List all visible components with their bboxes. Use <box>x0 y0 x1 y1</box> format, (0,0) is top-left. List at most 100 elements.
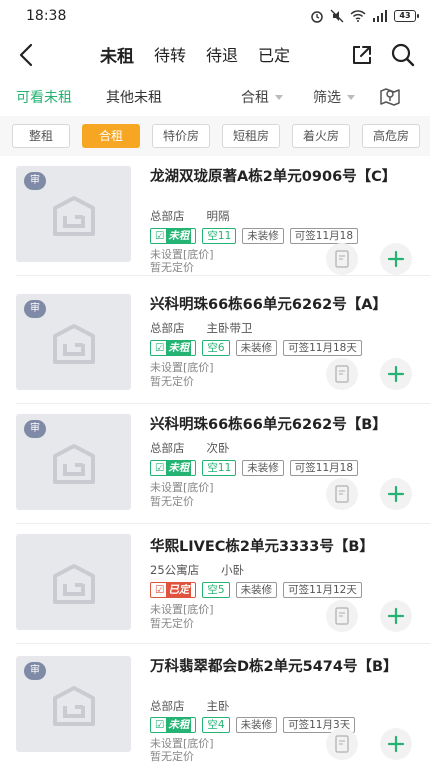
document-icon <box>335 735 349 753</box>
check-icon: ☑ <box>155 230 165 242</box>
room-type: 次卧 <box>206 441 230 455</box>
back-icon[interactable] <box>16 42 38 68</box>
listing-tags: ☑ 未租 空11 未装修 可签11月18 <box>150 460 359 476</box>
check-icon: ☑ <box>155 342 165 354</box>
document-button[interactable] <box>326 478 358 510</box>
add-button[interactable] <box>380 728 412 760</box>
listing-meta: 总部店 次卧 <box>150 440 230 456</box>
floor-price-note: 未设置[底价] <box>150 248 214 261</box>
chip-fire-room[interactable]: 着火房 <box>292 124 350 148</box>
room-type: 主卧带卫 <box>206 321 253 335</box>
plus-icon <box>387 365 405 383</box>
document-icon <box>335 365 349 383</box>
chip-whole-rent[interactable]: 整租 <box>12 124 70 148</box>
room-type: 小卧 <box>221 563 245 577</box>
vacant-days-tag: 空11 <box>202 460 237 476</box>
check-icon: ☑ <box>155 719 165 731</box>
decoration-tag: 未装修 <box>235 582 278 598</box>
map-pin-icon[interactable] <box>378 84 402 108</box>
chip-shared-rent[interactable]: 合租 <box>82 124 140 148</box>
signable-date-tag: 可签11月12天 <box>283 582 362 598</box>
chip-special-price[interactable]: 特价房 <box>152 124 210 148</box>
document-icon <box>335 607 349 625</box>
status-badge: ☑ 未租 <box>150 717 197 733</box>
room-type: 明隔 <box>206 209 230 223</box>
listing-card[interactable]: 审 兴科明珠66栋66单元6262号【B】 总部店 次卧 ☑ 未租 空11 未装修… <box>0 404 430 524</box>
share-icon[interactable] <box>350 43 374 67</box>
signable-date-tag: 可签11月18 <box>289 228 359 244</box>
tab-unrented[interactable]: 未租 <box>100 42 134 67</box>
decoration-tag: 未装修 <box>235 340 278 356</box>
mute-icon <box>330 9 344 23</box>
chip-short-term[interactable]: 短租房 <box>222 124 280 148</box>
signable-date-tag: 可签11月18天 <box>283 340 362 356</box>
listing-card[interactable]: 华熙LIVEC栋2单元3333号【B】 25公寓店 小卧 ☑ 已定 空5 未装修 … <box>0 524 430 644</box>
placeholder-logo-icon <box>53 324 95 364</box>
listing-card[interactable]: 审 万科翡翠都会D栋2单元5474号【B】 总部店 主卧 ☑ 未租 空4 未装修 … <box>0 646 430 765</box>
divider <box>16 275 430 276</box>
chevron-down-icon <box>347 94 355 100</box>
listing-card[interactable]: 审 龙湖双珑原著A栋2单元0906号【C】 总部店 明隔 ☑ 未租 空11 未装修… <box>0 156 430 276</box>
decoration-tag: 未装修 <box>242 228 284 244</box>
listing-meta: 25公寓店 小卧 <box>150 562 244 578</box>
vacant-days-tag: 空4 <box>202 717 230 733</box>
subtab-viewable-unrented[interactable]: 可看未租 <box>16 87 72 107</box>
listing-meta: 总部店 主卧 <box>150 698 230 714</box>
vacant-days-tag: 空5 <box>202 582 230 598</box>
chevron-down-icon <box>275 94 283 100</box>
listing-thumbnail <box>16 534 131 630</box>
pricing-note: 暂无定价 <box>150 261 194 274</box>
store-name: 总部店 <box>150 209 185 223</box>
audit-badge: 审 <box>24 662 46 680</box>
add-button[interactable] <box>380 600 412 632</box>
listing-title: 兴科明珠66栋66单元6262号【B】 <box>150 417 387 433</box>
listing-title: 万科翡翠都会D栋2单元5474号【B】 <box>150 659 398 675</box>
floor-price-note: 未设置[底价] <box>150 737 214 750</box>
nav-bar: 未租 待转 待退 已定 <box>0 32 430 78</box>
add-button[interactable] <box>380 243 412 275</box>
vacant-days-tag: 空6 <box>202 340 230 356</box>
store-name: 25公寓店 <box>150 563 200 577</box>
chip-high-risk[interactable]: 高危房 <box>362 124 420 148</box>
pricing-note: 暂无定价 <box>150 375 194 388</box>
rent-type-dropdown[interactable]: 合租 <box>241 87 283 107</box>
status-bar: 18:38 43 <box>0 0 430 32</box>
plus-icon <box>387 485 405 503</box>
audit-badge: 审 <box>24 420 46 438</box>
status-time: 18:38 <box>26 8 67 24</box>
add-button[interactable] <box>380 358 412 390</box>
subtab-other-unrented[interactable]: 其他未租 <box>106 87 162 107</box>
store-name: 总部店 <box>150 321 185 335</box>
decoration-tag: 未装修 <box>242 460 284 476</box>
listing-title: 华熙LIVEC栋2单元3333号【B】 <box>150 539 374 555</box>
screen-dropdown[interactable]: 筛选 <box>313 87 355 107</box>
status-badge: ☑ 已定 <box>150 582 197 598</box>
document-button[interactable] <box>326 243 358 275</box>
search-icon[interactable] <box>390 42 416 68</box>
listing-card[interactable]: 审 兴科明珠66栋66单元6262号【A】 总部店 主卧带卫 ☑ 未租 空6 未装… <box>0 284 430 404</box>
listing-thumbnail: 审 <box>16 294 131 390</box>
tab-pending-return[interactable]: 待退 <box>206 42 238 67</box>
document-button[interactable] <box>326 600 358 632</box>
status-badge: ☑ 未租 <box>150 460 197 476</box>
document-button[interactable] <box>326 728 358 760</box>
tab-pending-transfer[interactable]: 待转 <box>154 42 186 67</box>
document-button[interactable] <box>326 358 358 390</box>
placeholder-logo-icon <box>53 444 95 484</box>
add-button[interactable] <box>380 478 412 510</box>
plus-icon <box>387 607 405 625</box>
listing-title: 兴科明珠66栋66单元6262号【A】 <box>150 297 387 313</box>
filter-row: 可看未租 其他未租 合租 筛选 <box>0 78 430 116</box>
listing-thumbnail: 审 <box>16 414 131 510</box>
battery-icon: 43 <box>394 10 419 22</box>
listing-thumbnail: 审 <box>16 166 131 262</box>
tab-booked[interactable]: 已定 <box>258 42 290 67</box>
listing-tags: ☑ 已定 空5 未装修 可签11月12天 <box>150 582 362 598</box>
listing-meta: 总部店 明隔 <box>150 208 230 224</box>
placeholder-logo-icon <box>53 196 95 236</box>
status-icons: 43 <box>310 9 419 23</box>
listing-tags: ☑ 未租 空6 未装修 可签11月18天 <box>150 340 362 356</box>
store-name: 总部店 <box>150 441 185 455</box>
listing-title: 龙湖双珑原著A栋2单元0906号【C】 <box>150 169 397 185</box>
audit-badge: 审 <box>24 300 46 318</box>
